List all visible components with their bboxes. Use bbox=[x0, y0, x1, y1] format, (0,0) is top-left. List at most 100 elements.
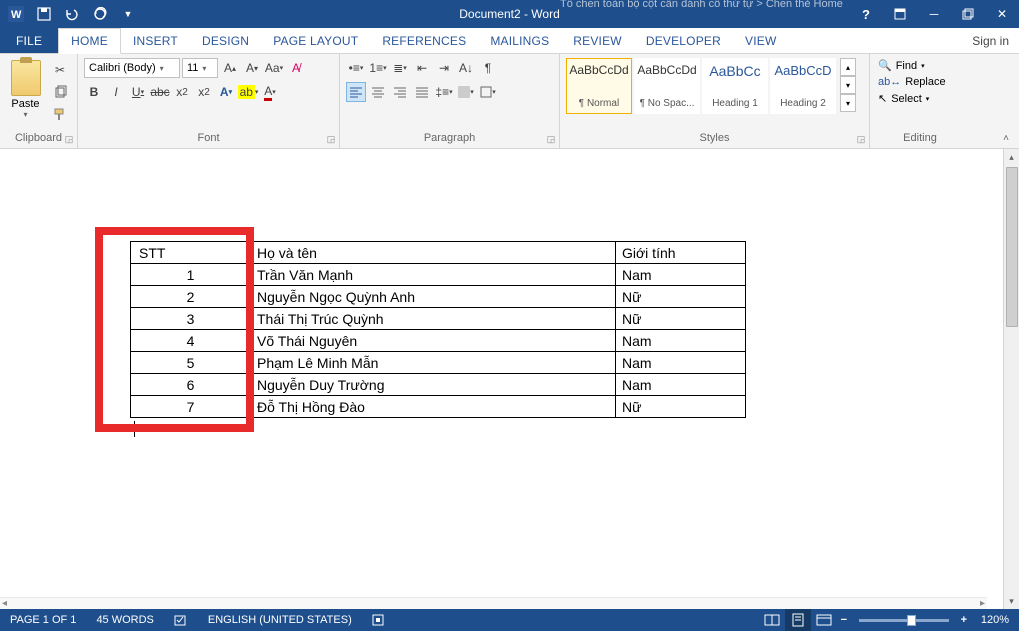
sign-in-link[interactable]: Sign in bbox=[962, 28, 1019, 53]
styles-launcher[interactable]: ◲ bbox=[855, 134, 867, 146]
font-launcher[interactable]: ◲ bbox=[325, 134, 337, 146]
status-macro[interactable] bbox=[362, 614, 394, 626]
shading-button[interactable]: ▾ bbox=[456, 82, 476, 102]
tab-mailings[interactable]: MAILINGS bbox=[478, 28, 561, 53]
tab-insert[interactable]: INSERT bbox=[121, 28, 190, 53]
table-row[interactable]: 4Võ Thái NguyênNam bbox=[131, 330, 746, 352]
cut-button[interactable]: ✂ bbox=[49, 60, 71, 80]
style-heading2[interactable]: AaBbCcDHeading 2 bbox=[770, 58, 836, 114]
shrink-font-button[interactable]: A▾ bbox=[242, 58, 262, 78]
bold-button[interactable]: B bbox=[84, 82, 104, 102]
view-read-mode-button[interactable] bbox=[759, 609, 785, 631]
minimize-button[interactable]: ─ bbox=[917, 3, 951, 25]
borders-button[interactable]: ▾ bbox=[478, 82, 498, 102]
style-heading1[interactable]: AaBbCcHeading 1 bbox=[702, 58, 768, 114]
clipboard-launcher[interactable]: ◲ bbox=[63, 134, 75, 146]
underline-button[interactable]: U▾ bbox=[128, 82, 148, 102]
status-proofing[interactable] bbox=[164, 613, 198, 627]
format-painter-button[interactable] bbox=[49, 104, 71, 124]
table-row[interactable]: 2Nguyễn Ngọc Quỳnh AnhNữ bbox=[131, 286, 746, 308]
status-words[interactable]: 45 WORDS bbox=[86, 614, 163, 626]
status-page[interactable]: PAGE 1 OF 1 bbox=[0, 614, 86, 626]
text-effects-button[interactable]: A▾ bbox=[216, 82, 236, 102]
scroll-thumb[interactable] bbox=[1006, 167, 1018, 327]
zoom-slider[interactable] bbox=[859, 619, 949, 622]
bullets-button[interactable]: •≡▾ bbox=[346, 58, 366, 78]
highlight-button[interactable]: ab▾ bbox=[238, 82, 258, 102]
table-row[interactable]: 3Thái Thị Trúc QuỳnhNữ bbox=[131, 308, 746, 330]
table-row[interactable]: 7Đỗ Thị Hồng ĐàoNữ bbox=[131, 396, 746, 418]
scroll-left-icon[interactable]: ◂ bbox=[2, 598, 7, 609]
zoom-in-button[interactable]: + bbox=[957, 614, 971, 626]
paragraph-launcher[interactable]: ◲ bbox=[545, 134, 557, 146]
table-row[interactable]: 6Nguyễn Duy TrườngNam bbox=[131, 374, 746, 396]
view-web-layout-button[interactable] bbox=[811, 609, 837, 631]
scroll-up-button[interactable]: ▴ bbox=[1004, 149, 1019, 165]
subscript-button[interactable]: x2 bbox=[172, 82, 192, 102]
sort-button[interactable]: A↓ bbox=[456, 58, 476, 78]
font-color-button[interactable]: A▾ bbox=[260, 82, 280, 102]
align-right-button[interactable] bbox=[390, 82, 410, 102]
tab-view[interactable]: VIEW bbox=[733, 28, 788, 53]
scroll-right-icon[interactable]: ▸ bbox=[980, 598, 985, 609]
multilevel-list-button[interactable]: ≣▾ bbox=[390, 58, 410, 78]
font-size-combo[interactable]: 11▾ bbox=[182, 58, 218, 78]
find-button[interactable]: 🔍Find▾ bbox=[876, 58, 948, 73]
tab-review[interactable]: REVIEW bbox=[561, 28, 634, 53]
increase-indent-button[interactable]: ⇥ bbox=[434, 58, 454, 78]
table-header-row[interactable]: STT Họ và tên Giới tính bbox=[131, 242, 746, 264]
italic-button[interactable]: I bbox=[106, 82, 126, 102]
close-button[interactable]: ✕ bbox=[985, 3, 1019, 25]
styles-up-button[interactable]: ▴ bbox=[840, 58, 856, 76]
grow-font-button[interactable]: A▴ bbox=[220, 58, 240, 78]
font-name-combo[interactable]: Calibri (Body)▾ bbox=[84, 58, 180, 78]
document-table[interactable]: STT Họ và tên Giới tính 1Trần Văn MạnhNa… bbox=[130, 241, 746, 418]
styles-more-button[interactable]: ▾ bbox=[840, 94, 856, 112]
tab-design[interactable]: DESIGN bbox=[190, 28, 261, 53]
tab-page-layout[interactable]: PAGE LAYOUT bbox=[261, 28, 370, 53]
collapse-ribbon-button[interactable]: ˄ bbox=[997, 130, 1015, 146]
decrease-indent-button[interactable]: ⇤ bbox=[412, 58, 432, 78]
header-stt[interactable]: STT bbox=[131, 242, 251, 264]
style-no-spacing[interactable]: AaBbCcDd¶ No Spac... bbox=[634, 58, 700, 114]
select-button[interactable]: ↖Select▾ bbox=[876, 91, 948, 106]
clear-formatting-button[interactable]: A̸ bbox=[286, 58, 306, 78]
undo-button[interactable] bbox=[60, 3, 84, 25]
restore-button[interactable] bbox=[951, 3, 985, 25]
styles-down-button[interactable]: ▾ bbox=[840, 76, 856, 94]
zoom-level[interactable]: 120% bbox=[971, 614, 1019, 626]
save-button[interactable] bbox=[32, 3, 56, 25]
help-button[interactable]: ? bbox=[849, 3, 883, 25]
align-left-button[interactable] bbox=[346, 82, 366, 102]
word-icon[interactable]: W bbox=[4, 3, 28, 25]
line-spacing-button[interactable]: ‡≡▾ bbox=[434, 82, 454, 102]
zoom-slider-thumb[interactable] bbox=[907, 615, 916, 626]
style-normal[interactable]: AaBbCcDd¶ Normal bbox=[566, 58, 632, 114]
numbering-button[interactable]: 1≡▾ bbox=[368, 58, 388, 78]
paste-button[interactable]: Paste ▾ bbox=[6, 56, 45, 119]
tab-home[interactable]: HOME bbox=[58, 28, 121, 54]
superscript-button[interactable]: x2 bbox=[194, 82, 214, 102]
ribbon-display-options-button[interactable] bbox=[883, 3, 917, 25]
tab-developer[interactable]: DEVELOPER bbox=[634, 28, 733, 53]
tab-references[interactable]: REFERENCES bbox=[370, 28, 478, 53]
document-page[interactable]: STT Họ và tên Giới tính 1Trần Văn MạnhNa… bbox=[0, 149, 1003, 609]
view-print-layout-button[interactable] bbox=[785, 609, 811, 631]
status-language[interactable]: ENGLISH (UNITED STATES) bbox=[198, 614, 362, 626]
tab-file[interactable]: FILE bbox=[0, 28, 58, 53]
horizontal-scrollbar[interactable]: ◂▸ bbox=[0, 597, 987, 609]
strikethrough-button[interactable]: abc bbox=[150, 82, 170, 102]
copy-button[interactable] bbox=[49, 82, 71, 102]
zoom-out-button[interactable]: − bbox=[837, 614, 851, 626]
qat-customize-button[interactable]: ▼ bbox=[116, 3, 140, 25]
align-center-button[interactable] bbox=[368, 82, 388, 102]
header-gender[interactable]: Giới tính bbox=[616, 242, 746, 264]
vertical-scrollbar[interactable]: ▴ ▾ bbox=[1003, 149, 1019, 609]
scroll-down-button[interactable]: ▾ bbox=[1004, 593, 1019, 609]
replace-button[interactable]: ab↔Replace bbox=[876, 75, 948, 89]
table-row[interactable]: 5Phạm Lê Minh MẫnNam bbox=[131, 352, 746, 374]
header-name[interactable]: Họ và tên bbox=[251, 242, 616, 264]
justify-button[interactable] bbox=[412, 82, 432, 102]
show-marks-button[interactable]: ¶ bbox=[478, 58, 498, 78]
change-case-button[interactable]: Aa▾ bbox=[264, 58, 284, 78]
